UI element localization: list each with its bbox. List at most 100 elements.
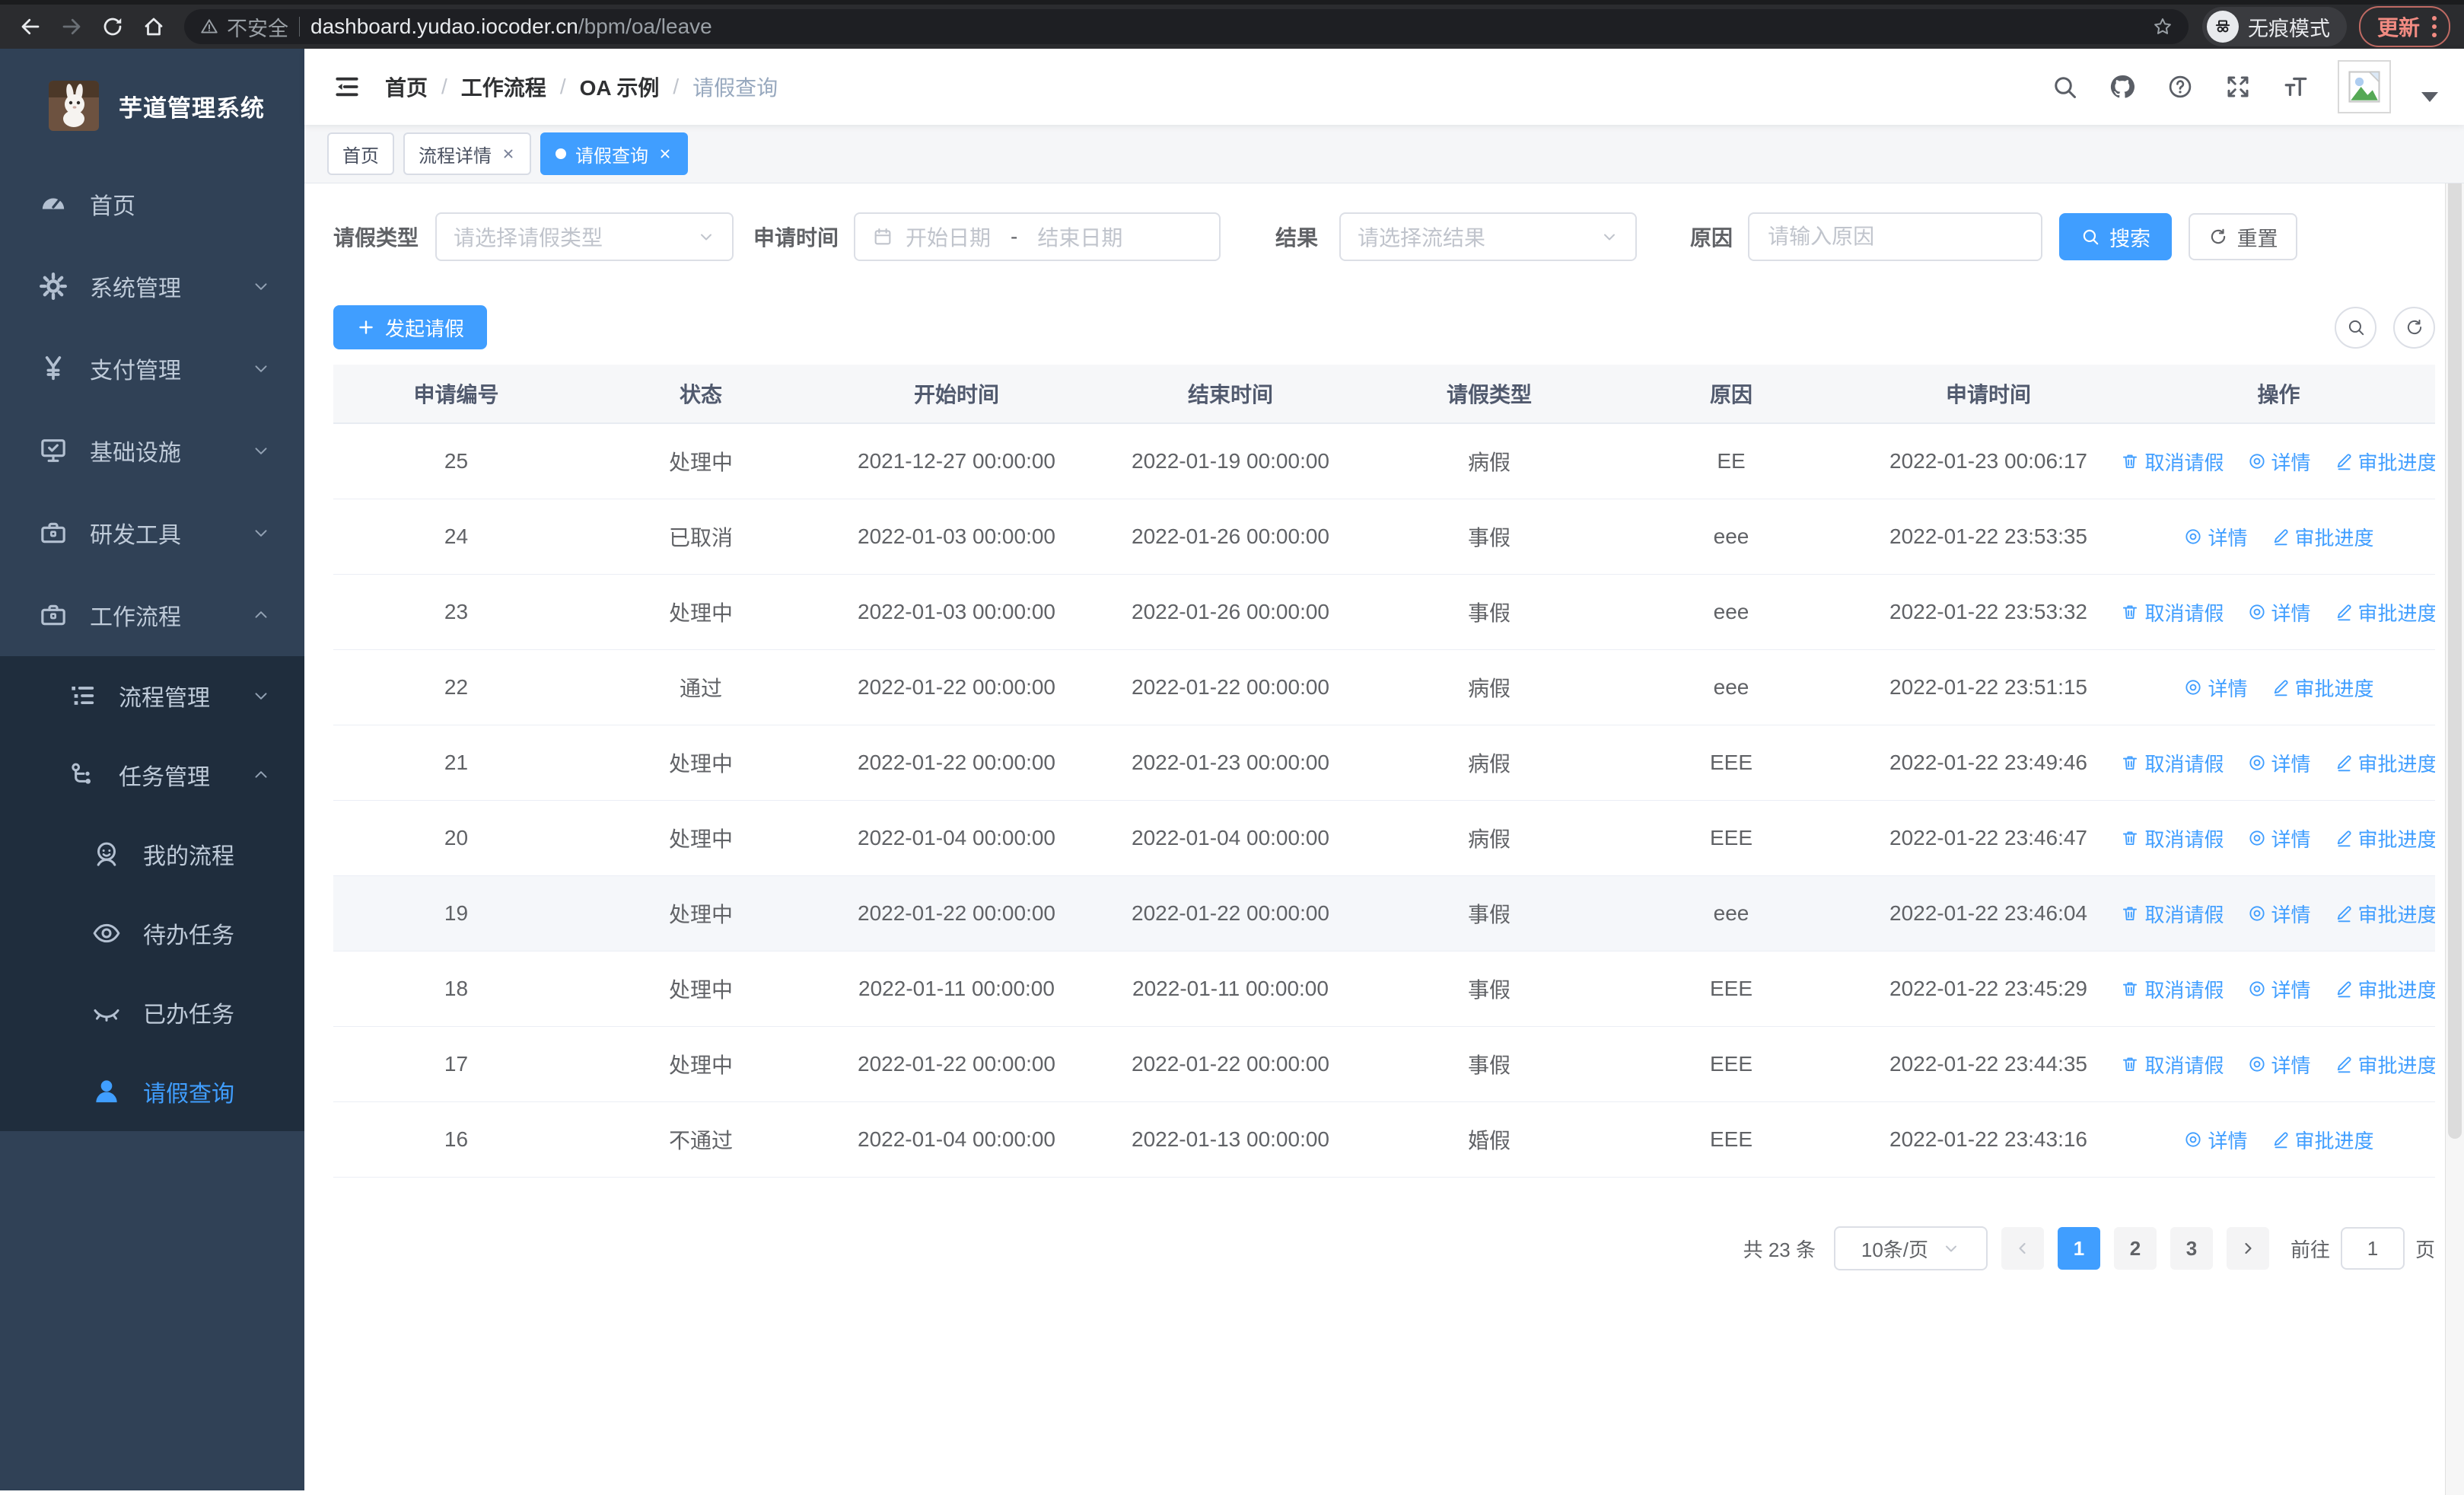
fullscreen-button[interactable] — [2222, 71, 2254, 103]
page-button-3[interactable]: 3 — [2170, 1227, 2213, 1270]
sidebar-item-home[interactable]: 首页 — [0, 163, 304, 245]
sidebar-logo-row[interactable]: 芋道管理系统 — [0, 49, 304, 163]
sidebar-collapse-button[interactable] — [330, 70, 364, 104]
search-button[interactable] — [2049, 71, 2080, 103]
action-approval-progress[interactable]: 审批进度 — [2271, 523, 2374, 551]
toggle-search-button[interactable] — [2335, 306, 2376, 349]
action-cancel-leave[interactable]: 取消请假 — [2122, 448, 2224, 476]
action-cancel-leave[interactable]: 取消请假 — [2122, 749, 2224, 777]
cell-reason: EE — [1717, 449, 1746, 473]
page-button-2[interactable]: 2 — [2113, 1227, 2157, 1270]
create-leave-button[interactable]: 发起请假 — [333, 305, 488, 349]
cell-apply-time: 2022-01-22 23:45:29 — [1889, 977, 2087, 1000]
sidebar-item-payment-management[interactable]: 支付管理 — [0, 327, 304, 410]
page-size-select[interactable]: 10条/页 — [1833, 1226, 1988, 1270]
page-button-1[interactable]: 1 — [2057, 1227, 2100, 1270]
result-select[interactable]: 请选择流结果 — [1339, 212, 1638, 261]
refresh-icon — [2211, 228, 2225, 244]
goto-page-input[interactable] — [2340, 1227, 2405, 1270]
action-view-detail[interactable]: 详情 — [2247, 448, 2311, 476]
browser-menu-icon[interactable] — [2432, 16, 2437, 37]
refresh-table-button[interactable] — [2393, 306, 2435, 349]
sidebar-item-process-management[interactable]: 流程管理 — [0, 656, 304, 735]
sidebar-item-dev-tools[interactable]: 研发工具 — [0, 492, 304, 574]
reason-input[interactable] — [1766, 224, 2025, 250]
action-approval-progress[interactable]: 审批进度 — [2334, 824, 2435, 853]
user-menu-caret-icon[interactable] — [2421, 91, 2438, 102]
sidebar-item-todo-tasks[interactable]: 待办任务 — [0, 894, 304, 973]
security-warning[interactable]: 不安全 — [199, 12, 288, 42]
action-cancel-leave[interactable]: 取消请假 — [2122, 1050, 2224, 1079]
sidebar-item-label: 请假查询 — [143, 1082, 234, 1107]
table-row: 24 已取消 2022-01-03 00:00:00 2022-01-26 00:00… — [333, 499, 2435, 575]
chevron-down-icon — [251, 523, 271, 543]
action-cancel-leave[interactable]: 取消请假 — [2122, 900, 2224, 928]
cell-reason: eee — [1713, 600, 1749, 623]
action-view-detail[interactable]: 详情 — [2247, 749, 2311, 777]
scrollbar-thumb[interactable] — [2448, 58, 2462, 1139]
sidebar-item-leave-query[interactable]: 请假查询 — [0, 1052, 304, 1131]
sidebar-item-my-process[interactable]: 我的流程 — [0, 814, 304, 894]
prev-page-button[interactable] — [2001, 1227, 2044, 1270]
pen-icon — [2337, 1057, 2351, 1073]
reset-button[interactable]: 重置 — [2189, 213, 2298, 260]
action-cancel-leave[interactable]: 取消请假 — [2122, 824, 2224, 853]
sidebar-item-workflow[interactable]: 工作流程 — [0, 574, 304, 656]
fullscreen-icon — [2227, 76, 2249, 97]
browser-reload-button[interactable] — [96, 10, 129, 43]
action-view-detail[interactable]: 详情 — [2183, 674, 2248, 702]
action-approval-progress[interactable]: 审批进度 — [2271, 674, 2374, 702]
action-view-detail[interactable]: 详情 — [2183, 1126, 2248, 1154]
font-size-button[interactable] — [2280, 71, 2312, 103]
action-view-detail[interactable]: 详情 — [2183, 523, 2248, 551]
help-button[interactable] — [2164, 71, 2196, 103]
breadcrumb-item-workflow[interactable]: 工作流程 — [461, 72, 546, 102]
action-approval-progress[interactable]: 审批进度 — [2271, 1126, 2374, 1154]
action-approval-progress[interactable]: 审批进度 — [2334, 900, 2435, 928]
action-view-detail[interactable]: 详情 — [2247, 900, 2311, 928]
next-page-button[interactable] — [2226, 1227, 2269, 1270]
browser-update-button[interactable]: 更新 — [2358, 6, 2450, 47]
pen-icon — [2274, 529, 2288, 546]
action-approval-progress[interactable]: 审批进度 — [2334, 448, 2435, 476]
leave-type-select[interactable]: 请选择请假类型 — [435, 212, 734, 261]
action-cancel-leave[interactable]: 取消请假 — [2122, 975, 2224, 1003]
tab-home[interactable]: 首页 — [327, 132, 394, 175]
sidebar-item-system-management[interactable]: 系统管理 — [0, 245, 304, 327]
action-approval-progress[interactable]: 审批进度 — [2334, 749, 2435, 777]
sidebar-item-done-tasks[interactable]: 已办任务 — [0, 973, 304, 1052]
action-approval-progress[interactable]: 审批进度 — [2334, 975, 2435, 1003]
action-approval-progress[interactable]: 审批进度 — [2334, 1050, 2435, 1079]
search-submit-button[interactable]: 搜索 — [2059, 213, 2173, 260]
apply-date-range-picker[interactable]: 开始日期 - 结束日期 — [854, 212, 1221, 261]
search-icon — [2083, 229, 2099, 245]
action-approval-progress[interactable]: 审批进度 — [2334, 598, 2435, 626]
user-avatar[interactable] — [2338, 60, 2391, 113]
action-view-detail[interactable]: 详情 — [2247, 975, 2311, 1003]
breadcrumb-item-home[interactable]: 首页 — [385, 72, 428, 102]
action-view-detail[interactable]: 详情 — [2247, 598, 2311, 626]
face-icon — [91, 839, 122, 869]
address-bar[interactable]: 不安全 dashboard.yudao.iocoder.cn/bpm/oa/le… — [184, 9, 2189, 44]
browser-back-button[interactable] — [14, 10, 47, 43]
cell-status: 处理中 — [668, 978, 733, 1002]
cell-id: 18 — [444, 977, 469, 1000]
tab-leave-query[interactable]: 请假查询 — [540, 132, 688, 175]
browser-home-button[interactable] — [137, 10, 170, 43]
browser-forward-button[interactable] — [55, 10, 88, 43]
close-icon[interactable] — [501, 146, 516, 161]
breadcrumb-item-oa-example[interactable]: OA 示例 — [580, 72, 660, 102]
close-icon[interactable] — [657, 146, 673, 161]
sidebar-item-task-management[interactable]: 任务管理 — [0, 735, 304, 814]
tab-process-detail[interactable]: 流程详情 — [403, 132, 531, 175]
cell-apply-time: 2022-01-22 23:53:35 — [1889, 524, 2087, 548]
sidebar-item-infrastructure[interactable]: 基础设施 — [0, 410, 304, 492]
bookmark-star-button[interactable] — [2152, 16, 2173, 37]
action-cancel-leave[interactable]: 取消请假 — [2122, 598, 2224, 626]
window-scrollbar[interactable] — [2445, 53, 2464, 1495]
chevron-down-icon — [251, 276, 271, 296]
action-view-detail[interactable]: 详情 — [2247, 1050, 2311, 1079]
cell-id: 19 — [444, 901, 469, 925]
github-button[interactable] — [2106, 71, 2138, 103]
action-view-detail[interactable]: 详情 — [2247, 824, 2311, 853]
